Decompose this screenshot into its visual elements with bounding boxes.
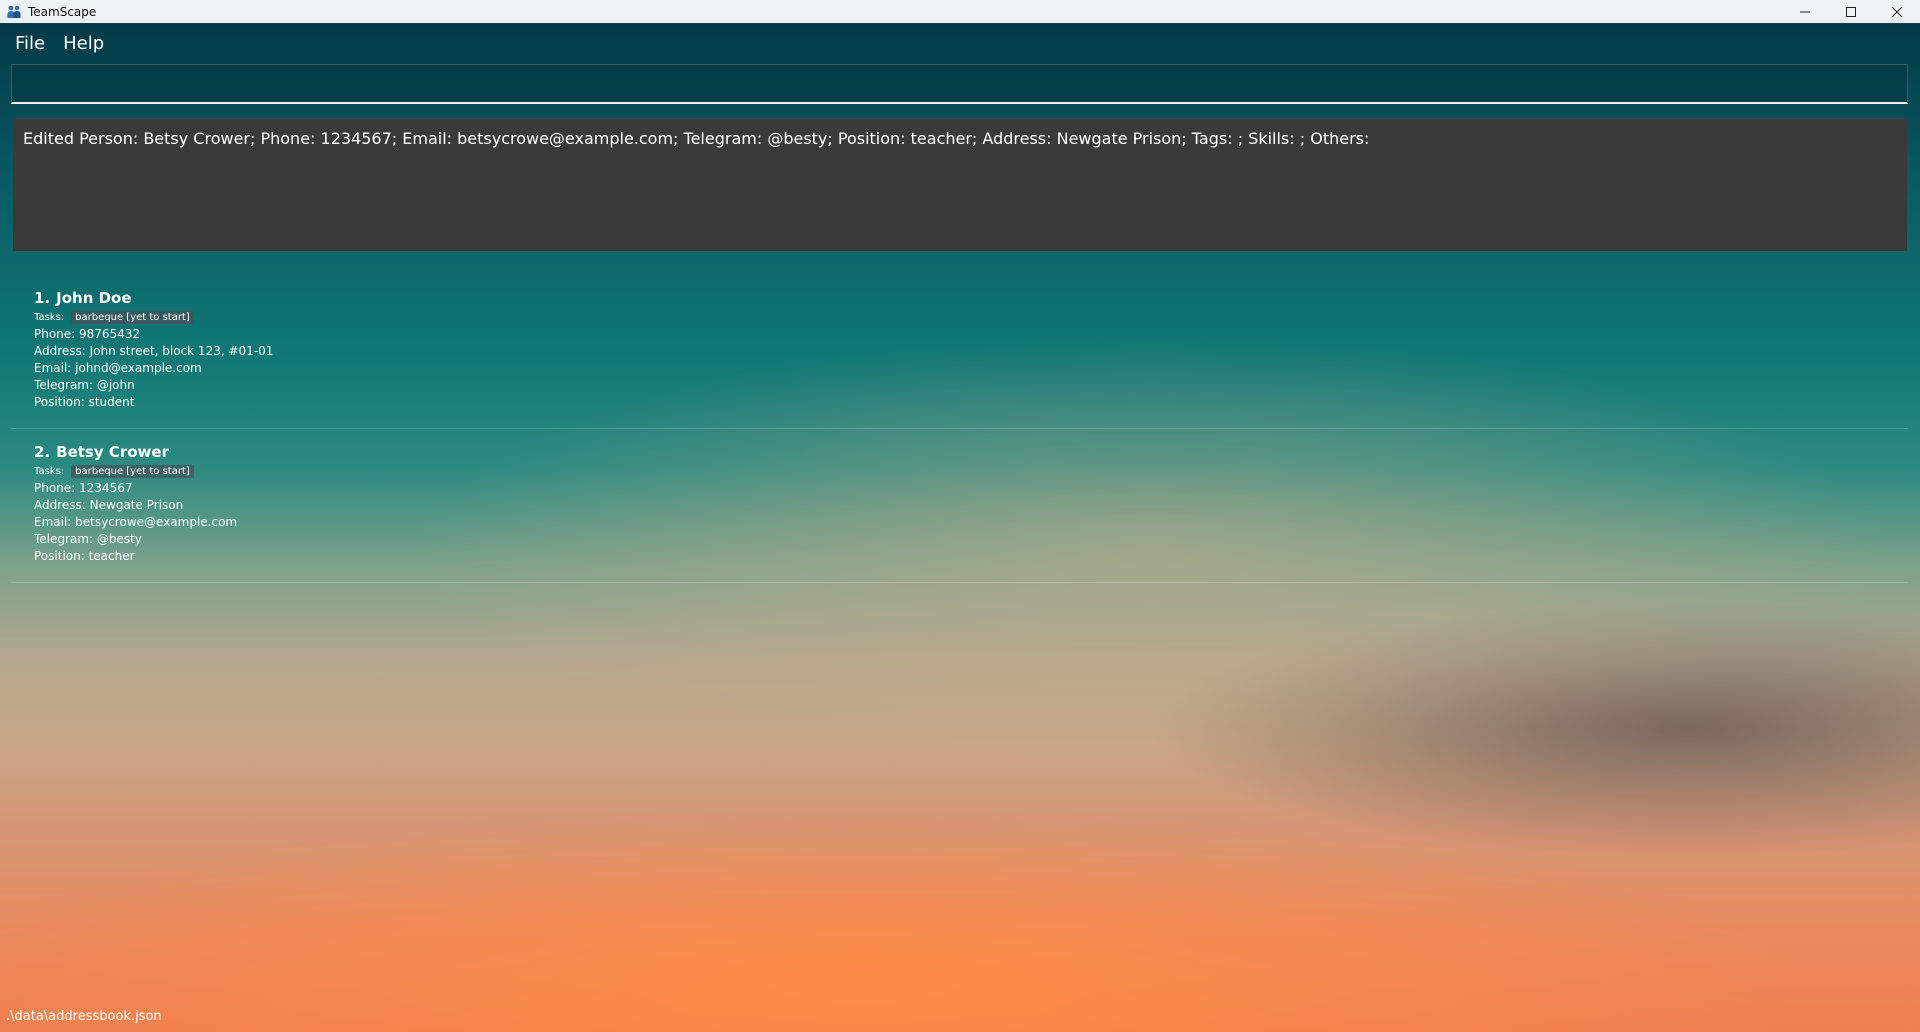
person-name-text: John Doe <box>56 289 132 307</box>
position-field: Position: student <box>34 395 135 409</box>
position-field: Position: teacher <box>34 549 135 563</box>
result-text: Edited Person: Betsy Crower; Phone: 1234… <box>23 129 1370 148</box>
maximize-icon[interactable] <box>1828 0 1874 23</box>
result-display: Edited Person: Betsy Crower; Phone: 1234… <box>13 119 1907 251</box>
menu-bar: File Help <box>0 23 1920 63</box>
tasks-row: Tasks: barbeque [yet to start] <box>34 465 1908 478</box>
window-controls <box>1782 0 1920 23</box>
tasks-label: Tasks: <box>34 466 65 477</box>
window-title: TeamScape <box>28 4 97 19</box>
person-card[interactable]: 1. John Doe Tasks: barbeque [yet to star… <box>11 275 1908 429</box>
status-bar-path: .\data\addressbook.json <box>6 1009 162 1024</box>
email-field: Email: betsycrowe@example.com <box>34 515 238 529</box>
address-field: Address: Newgate Prison <box>34 498 184 512</box>
person-name: 2. Betsy Crower <box>34 443 1908 461</box>
command-input[interactable] <box>11 64 1908 104</box>
person-list[interactable]: 1. John Doe Tasks: barbeque [yet to star… <box>11 275 1908 583</box>
address-field: Address: John street, block 123, #01-01 <box>34 344 274 358</box>
task-chip: barbeque [yet to start] <box>71 465 194 478</box>
tasks-row: Tasks: barbeque [yet to start] <box>34 311 1908 324</box>
close-icon[interactable] <box>1874 0 1920 23</box>
email-field: Email: johnd@example.com <box>34 361 202 375</box>
menu-help[interactable]: Help <box>54 29 113 58</box>
menu-file[interactable]: File <box>6 29 54 58</box>
person-name-text: Betsy Crower <box>56 443 169 461</box>
phone-field: Phone: 98765432 <box>34 327 141 341</box>
telegram-field: Telegram: @besty <box>34 532 142 546</box>
person-index: 1. <box>34 289 51 307</box>
person-index: 2. <box>34 443 51 461</box>
phone-field: Phone: 1234567 <box>34 481 133 495</box>
app-window: File Help Edited Person: Betsy Crower; P… <box>0 23 1920 1032</box>
person-name: 1. John Doe <box>34 289 1908 307</box>
tasks-label: Tasks: <box>34 312 65 323</box>
people-icon <box>6 4 22 20</box>
title-bar: TeamScape <box>0 0 1920 23</box>
task-chip: barbeque [yet to start] <box>71 311 194 324</box>
telegram-field: Telegram: @john <box>34 378 135 392</box>
person-card[interactable]: 2. Betsy Crower Tasks: barbeque [yet to … <box>11 429 1908 583</box>
minimize-icon[interactable] <box>1782 0 1828 23</box>
